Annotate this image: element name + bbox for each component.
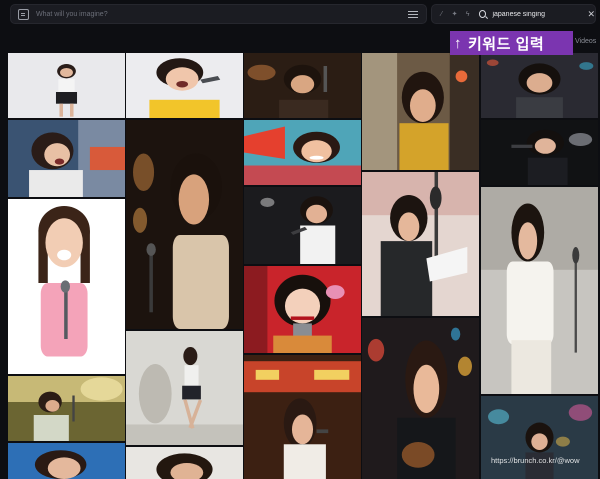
image-tile[interactable]: [362, 318, 479, 479]
image-tile[interactable]: [481, 396, 598, 479]
image-tile[interactable]: [244, 53, 361, 118]
up-arrow-icon: ↑: [454, 34, 462, 52]
search-input[interactable]: [492, 10, 584, 18]
sparkle-icon[interactable]: ✦: [451, 10, 458, 18]
image-tile[interactable]: [244, 266, 361, 353]
image-tile[interactable]: [244, 355, 361, 479]
image-tile[interactable]: [126, 53, 243, 118]
image-tile[interactable]: [481, 187, 598, 394]
image-tile[interactable]: [126, 120, 243, 329]
image-tile[interactable]: [244, 120, 361, 185]
brush-icon[interactable]: ⁄: [438, 11, 445, 18]
image-tile[interactable]: [8, 53, 125, 118]
image-tile[interactable]: [362, 53, 479, 170]
image-tile[interactable]: [244, 187, 361, 264]
image-prompt-icon[interactable]: [18, 8, 29, 20]
search-bar[interactable]: ⁄ ✦ ϟ ✕: [431, 4, 596, 24]
settings-sliders-icon[interactable]: [408, 10, 418, 19]
videos-tab[interactable]: Videos: [575, 38, 596, 45]
prompt-placeholder[interactable]: What will you imagine?: [36, 11, 408, 18]
prompt-bar[interactable]: What will you imagine?: [10, 4, 427, 24]
search-icon: [479, 10, 487, 18]
image-tile[interactable]: [481, 53, 598, 118]
image-tile[interactable]: [8, 120, 125, 197]
clear-search-icon[interactable]: ✕: [587, 9, 595, 20]
image-tile[interactable]: [481, 120, 598, 185]
image-tile[interactable]: [8, 376, 125, 441]
image-tile[interactable]: [8, 199, 125, 374]
image-tile[interactable]: [8, 443, 125, 479]
keyword-callout: ↑ 키워드 입력: [450, 31, 573, 55]
image-tile[interactable]: [362, 172, 479, 316]
bolt-icon[interactable]: ϟ: [464, 11, 471, 18]
image-tile[interactable]: [126, 331, 243, 445]
watermark: https://brunch.co.kr/@wow: [491, 456, 580, 465]
image-tile[interactable]: [126, 447, 243, 479]
callout-text: 키워드 입력: [468, 35, 545, 53]
